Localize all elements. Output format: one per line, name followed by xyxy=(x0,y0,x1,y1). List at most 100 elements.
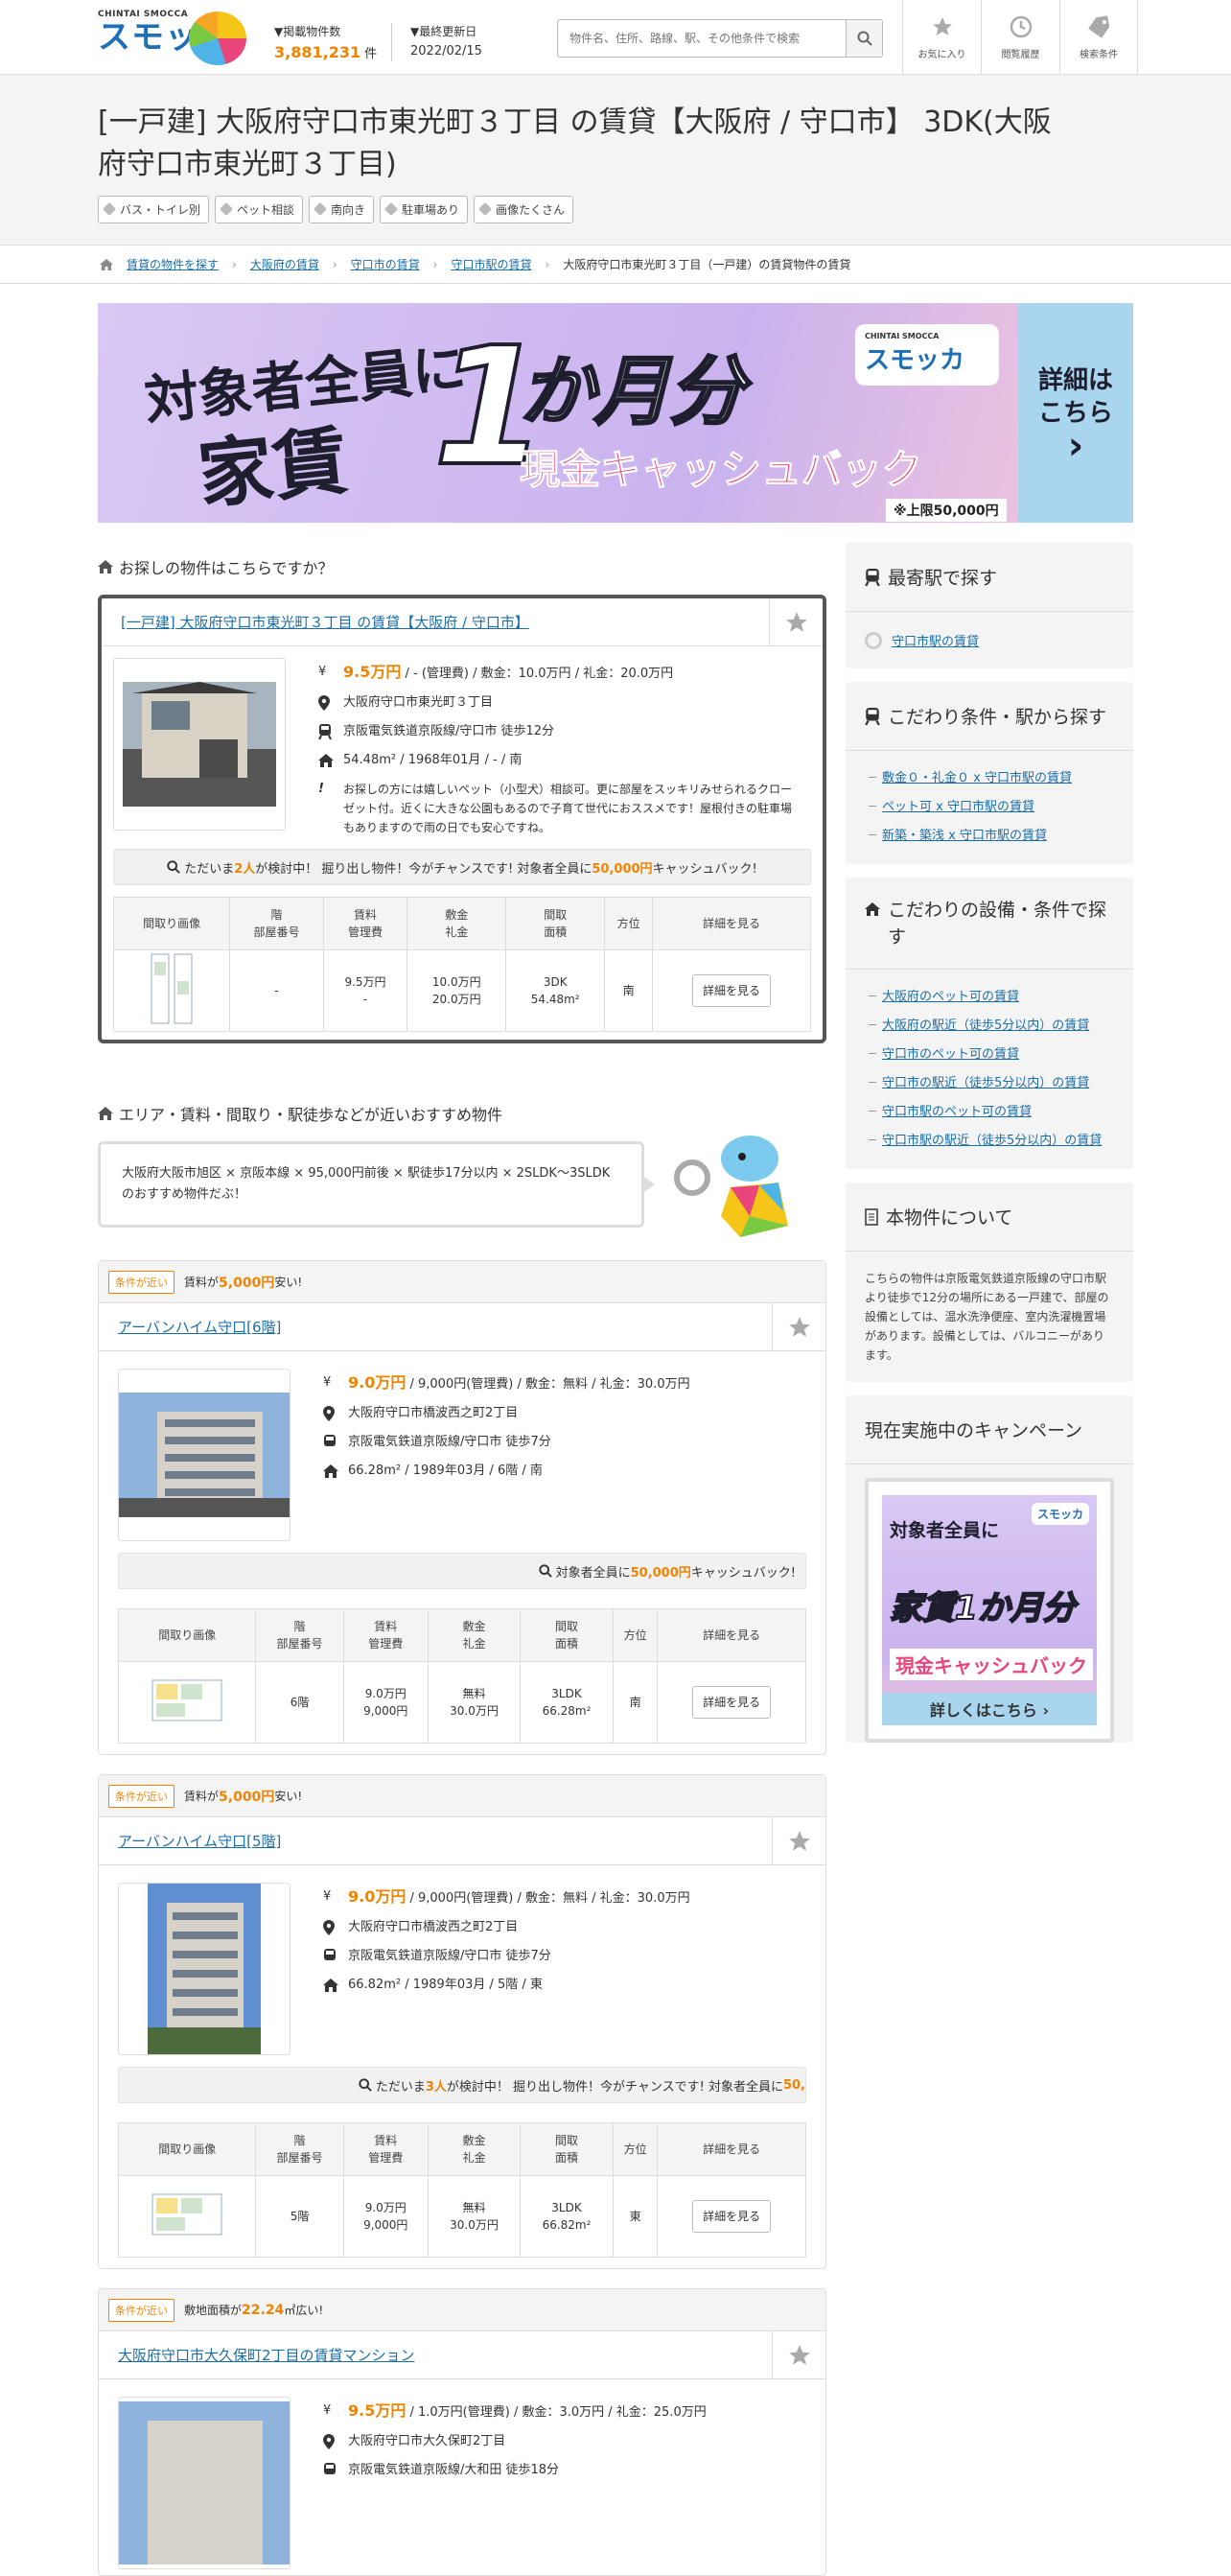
logo-mascot-icon xyxy=(189,12,246,65)
favorites-label: お気に入り xyxy=(917,49,966,60)
last-updated-label: ▼最終更新日 xyxy=(410,25,477,38)
history-label: 閲覧履歴 xyxy=(1001,49,1040,60)
equipment-link[interactable]: 守口市駅のペット可の賃貸 xyxy=(882,1105,1032,1119)
house-icon xyxy=(318,754,334,767)
table-row: 6階 9.0万円 9,000円 無料 30.0万円 3LDK 66.28m² 南 詳細… xyxy=(117,1661,806,1744)
property-title-link[interactable]: アーバンハイム守口[5階] xyxy=(118,1831,281,1851)
property-spec: 54.48m² / 1968年01月 / - / 南 xyxy=(343,753,523,767)
chevron-right-icon: › xyxy=(332,257,337,271)
star-icon xyxy=(932,16,952,35)
clock-icon xyxy=(1010,15,1032,37)
feature-tag: ペット相談 xyxy=(215,196,304,223)
search-input[interactable] xyxy=(558,20,846,57)
yen-icon: ¥ xyxy=(318,665,327,679)
favorite-star-button[interactable] xyxy=(772,1817,825,1865)
banner-details-button[interactable]: 詳細は こちら › xyxy=(1018,303,1133,523)
chevron-right-icon: › xyxy=(232,257,237,271)
title-band: [一戸建] 大阪府守口市東光町３丁目 の賃貸【大阪府 / 守口市】 3DK(大阪… xyxy=(0,75,1231,246)
document-icon xyxy=(865,1207,878,1226)
property-card: 条件が近い 賃料が 5,000円 安い! アーバンハイム守口[6階] ¥9.0万円 /… xyxy=(98,1260,826,1755)
listing-count: ▼掲載物件数 3,881,231 件 xyxy=(274,23,377,61)
breadcrumb-link[interactable]: 守口市の賃貸 xyxy=(351,256,420,272)
details-button[interactable]: 詳細を見る xyxy=(691,974,771,1007)
train-icon xyxy=(324,1949,336,1960)
map-pin-icon xyxy=(323,1920,335,1935)
property-note: お探しの方には嬉しいペット（小型犬）相談可。更に部屋をスッキリみせられるクローゼ… xyxy=(343,783,793,834)
main-column: お探しの物件はこちらですか？ [一戸建] 大阪府守口市東光町３丁目 の賃貸【大阪… xyxy=(98,554,826,2576)
equipment-link[interactable]: 守口市のペット可の賃貸 xyxy=(882,1047,1019,1062)
condition-link[interactable]: 敷金０・礼金０ x 守口市駅の賃貸 xyxy=(882,771,1072,785)
table-row: - 9.5万円 - 10.0万円 20.0万円 3DK 54.48m² 南 詳細を見る xyxy=(112,949,812,1032)
search-icon xyxy=(538,1564,552,1578)
favorite-star-button[interactable] xyxy=(772,1303,825,1351)
exclamation-icon: ! xyxy=(318,782,324,796)
banner-text: 家賃 xyxy=(194,418,353,520)
cashback-notice: 対象者全員に 50,000円 キャッシュバック! xyxy=(118,1553,806,1589)
featured-property: [一戸建] 大阪府守口市東光町３丁目 の賃貸【大阪府 / 守口市】 ¥9.5万円… xyxy=(98,595,826,1043)
campaign-banner[interactable]: スモッカ 対象者全員に 家賃1か月分 現金キャッシュバック 詳しくはこちら › xyxy=(865,1478,1114,1743)
favorite-star-button[interactable] xyxy=(772,2331,825,2379)
saved-search-button[interactable]: 検索条件 xyxy=(1059,0,1138,75)
equipment-link[interactable]: 守口市の駅近（徒歩5分以内）の賃貸 xyxy=(882,1076,1089,1090)
floorplan-thumbnail[interactable] xyxy=(112,949,231,1032)
property-title-link[interactable]: 大阪府守口市大久保町2丁目の賃貸マンション xyxy=(118,2345,415,2365)
header-nav: お気に入り 閲覧履歴 検索条件 xyxy=(902,0,1138,75)
equipment-box: こだわりの設備・条件で探す 大阪府のペット可の賃貸 大阪府の駅近（徒歩5分以内）… xyxy=(846,878,1133,1169)
property-title-link[interactable]: [一戸建] 大阪府守口市東光町３丁目 の賃貸【大阪府 / 守口市】 xyxy=(121,612,529,632)
house-icon xyxy=(865,902,880,916)
search-button[interactable] xyxy=(846,20,882,57)
chevron-right-icon: › xyxy=(1067,423,1084,468)
property-photo[interactable] xyxy=(118,2397,290,2569)
saved-search-label: 検索条件 xyxy=(1080,49,1118,60)
map-pin-icon xyxy=(323,1406,335,1421)
star-icon xyxy=(788,1317,810,1337)
favorites-button[interactable]: お気に入り xyxy=(902,0,981,75)
banner-logo: CHINTAI SMOCCA スモッカ xyxy=(855,324,999,386)
favorite-star-button[interactable] xyxy=(769,598,823,646)
nearest-station-box: 最寄駅で探す 守口市駅の賃貸 xyxy=(846,543,1133,668)
equipment-link[interactable]: 守口市駅の駅近（徒歩5分以内）の賃貸 xyxy=(882,1134,1102,1148)
property-photo[interactable] xyxy=(113,658,286,831)
banner-text: か月分 xyxy=(518,348,745,437)
property-title-link[interactable]: アーバンハイム守口[6階] xyxy=(118,1317,281,1337)
equipment-link[interactable]: 大阪府のペット可の賃貸 xyxy=(882,990,1019,1004)
mascot-icon xyxy=(674,1136,788,1237)
sidebar: 最寄駅で探す 守口市駅の賃貸 こだわり条件・駅から探す 敷金０・礼金０ x 守口… xyxy=(846,543,1133,1762)
yen-icon: ¥ xyxy=(323,1889,332,1904)
property-photo[interactable] xyxy=(118,1883,290,2055)
search-icon xyxy=(167,860,181,874)
feature-tag: 駐車場あり xyxy=(380,196,469,223)
house-icon xyxy=(323,1464,338,1478)
breadcrumb-link[interactable]: 守口市駅の賃貸 xyxy=(451,256,531,272)
table-row: 5階 9.0万円 9,000円 無料 30.0万円 3LDK 66.82m² 東 詳細… xyxy=(117,2175,806,2258)
condition-link[interactable]: 新築・築浅 x 守口市駅の賃貸 xyxy=(882,829,1047,843)
map-pin-icon xyxy=(323,2434,335,2449)
floorplan-thumbnail[interactable] xyxy=(117,1661,257,1744)
condition-link[interactable]: ペット可 x 守口市駅の賃貸 xyxy=(882,800,1034,814)
condition-badge: 条件が近い xyxy=(108,1784,174,1808)
history-button[interactable]: 閲覧履歴 xyxy=(981,0,1059,75)
property-card: 条件が近い 賃料が 5,000円 安い! アーバンハイム守口[5階] ¥9.0万円 /… xyxy=(98,1774,826,2269)
about-text: こちらの物件は京阪電気鉄道京阪線の守口市駅より徒歩で12分の場所にある一戸建で、… xyxy=(865,1272,1109,1362)
property-photo[interactable] xyxy=(118,1369,290,1541)
breadcrumb-current: 大阪府守口市東光町３丁目（一戸建）の賃貸物件の賃貸 xyxy=(563,258,851,271)
breadcrumb-link[interactable]: 大阪府の賃貸 xyxy=(250,256,319,272)
feature-tag: バス・トイレ別 xyxy=(98,196,210,223)
cashback-banner[interactable]: 対象者全員に 家賃 1 か月分 現金キャッシュバック CHINTAI SMOCC… xyxy=(98,303,1133,523)
consideration-banner: ただいま 3人 が検討中！ 掘り出し物件！今がチャンスです! 対象者全員に 50, xyxy=(118,2067,806,2103)
last-updated: ▼最終更新日 2022/02/15 xyxy=(410,23,482,59)
equipment-link[interactable]: 大阪府の駅近（徒歩5分以内）の賃貸 xyxy=(882,1019,1089,1033)
campaign-details-button[interactable]: 詳しくはこちら › xyxy=(882,1693,1097,1725)
radio-icon xyxy=(865,631,882,649)
details-button[interactable]: 詳細を見る xyxy=(692,1686,772,1719)
details-button[interactable]: 詳細を見る xyxy=(692,2200,772,2233)
floorplan-thumbnail[interactable] xyxy=(117,2175,257,2258)
listing-count-value: 3,881,231 xyxy=(274,43,361,61)
breadcrumb-link[interactable]: 賃貸の物件を探す xyxy=(127,256,219,272)
station-link[interactable]: 守口市駅の賃貸 xyxy=(892,631,979,649)
condition-badge: 条件が近い xyxy=(108,1270,174,1294)
house-icon xyxy=(98,1107,113,1120)
site-logo[interactable]: CHINTAI SMOCCA スモッカ xyxy=(98,10,247,65)
train-icon xyxy=(324,2463,336,2474)
room-table: 間取り画像 階部屋番号 賃料 管理費 敷金 礼金 間取 面積 方位 詳細を見る - 9… xyxy=(112,897,812,1032)
